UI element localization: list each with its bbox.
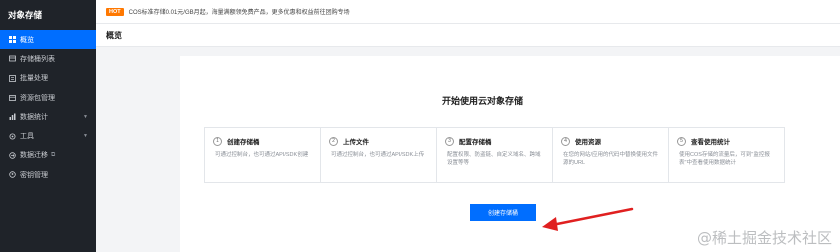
- notice-bar: HOT COS标准存储0.01元/GB月起，海量满额领免费产品，更多优惠和权益前…: [96, 0, 840, 24]
- step-number: 5: [677, 136, 686, 146]
- migrate-icon: [8, 151, 16, 159]
- sidebar-item-label: 数据迁移: [20, 152, 48, 160]
- hot-badge: HOT: [106, 7, 124, 16]
- step-title: 上传文件: [343, 139, 369, 146]
- step-number: 4: [561, 136, 570, 146]
- tool-icon: [8, 132, 16, 140]
- sidebar: 对象存储 概览 存储桶列表 批量处理 资源包管理 数据统计 ▼ 工具 ▼ 数据迁…: [0, 0, 96, 252]
- step-number: 2: [329, 136, 338, 146]
- step-title: 使用资源: [575, 139, 601, 146]
- create-bucket-button[interactable]: 创建存储桶: [470, 204, 536, 221]
- step-configure-bucket: 3 配置存储桶 配置权限、防盗链、自定义域名、跨域设置等等: [437, 128, 553, 182]
- step-description: 配置权限、防盗链、自定义域名、跨域设置等等: [447, 152, 541, 166]
- sidebar-item-label: 密钥管理: [20, 171, 48, 179]
- steps-panel: 1 创建存储桶 可通过控制台，也可通过API/SDK创建 2 上传文件 可通过控…: [204, 127, 785, 183]
- step-description: 可通过控制台，也可通过API/SDK创建: [215, 152, 309, 158]
- overview-icon: [8, 36, 16, 44]
- step-number: 3: [445, 136, 454, 146]
- chevron-down-icon: ▼: [83, 113, 88, 120]
- sidebar-item-tools[interactable]: 工具 ▼: [0, 126, 96, 145]
- step-description: 在您的网站/应用的代码中替换使用文件源的URL: [563, 152, 659, 166]
- step-description: 可通过控制台，也可通过API/SDK上传: [331, 152, 425, 158]
- bucket-icon: [8, 55, 16, 63]
- step-create-bucket: 1 创建存储桶 可通过控制台，也可通过API/SDK创建: [205, 128, 321, 182]
- step-view-stats: 5 查看使用统计 使用COS存储的流量后，可到"监控报表"中查看使用数据统计: [669, 128, 784, 182]
- annotation-arrow-icon: [542, 207, 634, 231]
- sidebar-item-label: 资源包管理: [20, 94, 55, 102]
- batch-icon: [8, 74, 16, 82]
- sidebar-item-label: 批量处理: [20, 75, 48, 83]
- getting-started-card: 开始使用云对象存储 1 创建存储桶 可通过控制台，也可通过API/SDK创建 2…: [180, 56, 840, 252]
- step-upload-file: 2 上传文件 可通过控制台，也可通过API/SDK上传: [321, 128, 437, 182]
- step-number: 1: [213, 136, 222, 146]
- sidebar-item-label: 数据统计: [20, 113, 48, 121]
- step-title: 创建存储桶: [227, 139, 260, 146]
- sidebar-item-packages[interactable]: 资源包管理: [0, 88, 96, 107]
- step-title: 配置存储桶: [459, 139, 492, 146]
- chart-icon: [8, 113, 16, 121]
- key-icon: [8, 171, 16, 179]
- watermark: @稀土掘金技术社区: [696, 229, 832, 247]
- sidebar-item-statistics[interactable]: 数据统计 ▼: [0, 107, 96, 126]
- sidebar-item-buckets[interactable]: 存储桶列表: [0, 49, 96, 68]
- sidebar-item-keys[interactable]: 密钥管理: [0, 165, 96, 184]
- package-icon: [8, 94, 16, 102]
- sidebar-item-label: 概览: [20, 36, 34, 44]
- sidebar-item-label: 工具: [20, 133, 34, 141]
- sidebar-item-overview[interactable]: 概览: [0, 30, 96, 50]
- sidebar-item-label: 存储桶列表: [20, 55, 55, 63]
- step-description: 使用COS存储的流量后，可到"监控报表"中查看使用数据统计: [679, 152, 770, 166]
- page-title: 概览: [96, 24, 840, 47]
- card-title: 开始使用云对象存储: [441, 96, 523, 106]
- external-link-icon: ⧉: [51, 151, 56, 158]
- chevron-down-icon: ▼: [83, 133, 88, 140]
- notice-text[interactable]: COS标准存储0.01元/GB月起，海量满额领免费产品，更多优惠和权益前往团购专…: [129, 7, 350, 16]
- sidebar-item-migration[interactable]: 数据迁移 ⧉: [0, 146, 96, 165]
- sidebar-title: 对象存储: [8, 10, 43, 20]
- step-title: 查看使用统计: [691, 139, 730, 146]
- sidebar-item-batch[interactable]: 批量处理: [0, 69, 96, 88]
- step-use-resources: 4 使用资源 在您的网站/应用的代码中替换使用文件源的URL: [553, 128, 669, 182]
